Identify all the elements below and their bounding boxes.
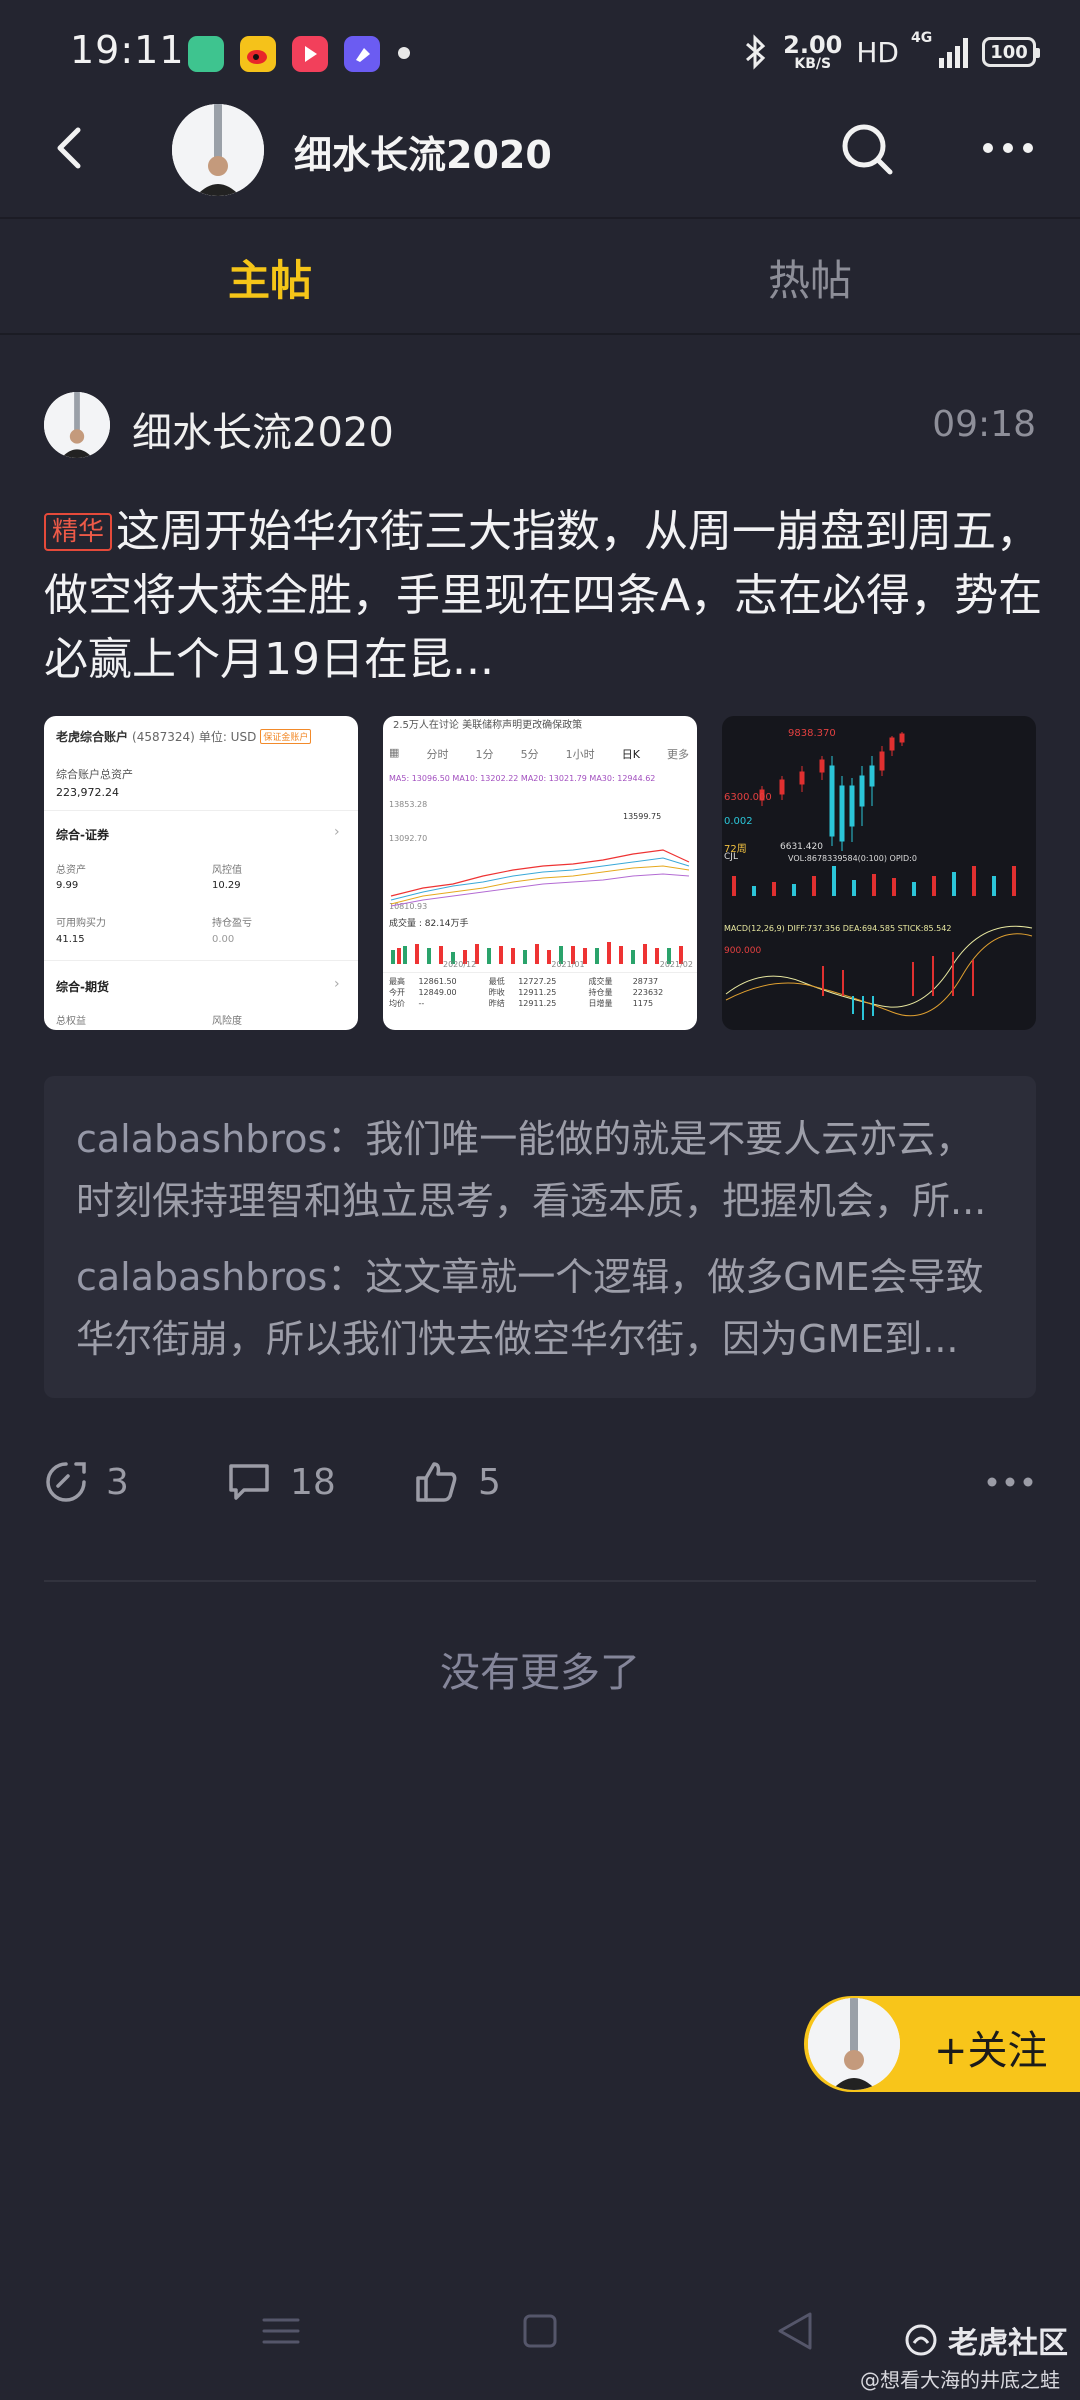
share-count: 3 bbox=[106, 1461, 129, 1503]
signal-icon: 4G bbox=[911, 30, 968, 68]
post-image-1[interactable]: 老虎综合账户 (4587324) 单位: USD 保证金账户 综合账户总资产 2… bbox=[44, 716, 358, 1030]
tiger-logo-icon bbox=[905, 2324, 937, 2356]
chevron-left-icon bbox=[57, 127, 81, 169]
thumb1-equity-label: 总权益 bbox=[56, 1016, 86, 1027]
search-icon bbox=[842, 124, 893, 175]
post-author-avatar[interactable] bbox=[44, 392, 110, 458]
thumbs-up-icon bbox=[416, 1462, 457, 1502]
follow-avatar bbox=[808, 1998, 900, 2090]
thumb1-pnl-label: 持仓盈亏 bbox=[212, 918, 252, 929]
comments-preview[interactable]: calabashbros：我们唯一能做的就是不要人云亦云，时刻保持理智和独立思考… bbox=[44, 1076, 1036, 1398]
comment-user[interactable]: calabashbros bbox=[76, 1117, 327, 1161]
like-button[interactable]: 5 bbox=[414, 1452, 501, 1512]
follow-label: +关注 bbox=[934, 2028, 1048, 2074]
thumb2-ma: MA5: 13096.50 MA10: 13202.22 MA20: 13021… bbox=[389, 774, 656, 783]
nav-back-button[interactable] bbox=[770, 2306, 820, 2356]
tab-main-posts[interactable]: 主帖 bbox=[0, 219, 540, 335]
post-image-3[interactable]: 9838.370 6300.000 0.002 72周 CJL 6631.420… bbox=[722, 716, 1036, 1030]
thumb3-left2: 0.002 bbox=[724, 816, 753, 827]
tab-bar: 主帖 热帖 bbox=[0, 217, 1080, 335]
post-image-2[interactable]: 2.5万人在讨论 美联储称声明更改确保政策 ▦ 分时 1分 5分 1小时 日K … bbox=[383, 716, 697, 1030]
thumb2-dates: 2020/12 2021/01 2021/02 bbox=[443, 960, 693, 969]
thumb3-axis: 900.000 bbox=[724, 946, 762, 956]
thumb3-vol: VOL:8678339584(0:100) OPID:0 bbox=[788, 854, 917, 863]
video-app-icon bbox=[292, 36, 328, 72]
divider bbox=[44, 1580, 1036, 1582]
avatar-image bbox=[44, 392, 110, 458]
thumb1-total-value: 223,972.24 bbox=[56, 786, 119, 799]
thumb1-header: 老虎综合账户 (4587324) 单位: USD 保证金账户 bbox=[56, 728, 346, 745]
no-more-text: 没有更多了 bbox=[440, 1650, 640, 1696]
triangle-back-icon bbox=[778, 2312, 812, 2350]
thumb1-total-label: 综合账户总资产 bbox=[56, 768, 133, 781]
thumb3-left1: 6300.000 bbox=[724, 792, 772, 803]
header-title: 细水长流2020 bbox=[294, 133, 552, 177]
avatar-image bbox=[172, 104, 264, 196]
post-text[interactable]: 精华 这周开始华尔街三大指数，从周一崩盘到周五，做空将大获全胜，手里现在四条A，志… bbox=[44, 500, 1044, 692]
thumb1-risk-value: 10.29 bbox=[212, 880, 241, 891]
more-horizontal-icon bbox=[987, 1477, 1033, 1487]
thumb1-risk-label: 风控值 bbox=[212, 865, 242, 876]
thumb1-buy-value: 41.15 bbox=[56, 934, 85, 945]
avatar-image bbox=[808, 1998, 900, 2090]
thumb1-pnl-value: 0.00 bbox=[212, 934, 235, 945]
thumb2-quote-table: 最高 12861.50 最低 12727.25 成交量 28737 今开 12849.00 昨… bbox=[389, 977, 664, 1008]
menu-icon bbox=[262, 2318, 300, 2344]
post-more-button[interactable] bbox=[984, 1462, 1036, 1502]
watermark-logo: 老虎社区 bbox=[904, 2318, 1068, 2362]
thumb2-tabs: ▦ 分时 1分 5分 1小时 日K 更多 bbox=[389, 746, 689, 761]
thumb3-high: 9838.370 bbox=[788, 728, 836, 739]
post-time: 09:18 bbox=[932, 404, 1036, 445]
thumb2-top-text: 2.5万人在讨论 美联储称声明更改确保政策 bbox=[393, 720, 583, 731]
comment-item[interactable]: calabashbros：这文章就一个逻辑，做多GME会导致华尔街崩，所以我们快… bbox=[76, 1246, 1004, 1370]
net-speed: 2.00 KB/S bbox=[783, 31, 843, 72]
share-button[interactable]: 3 bbox=[44, 1452, 129, 1512]
comment-user[interactable]: calabashbros bbox=[76, 1255, 327, 1299]
thumb1-sec-label: 综合-证券 bbox=[56, 828, 109, 842]
share-icon bbox=[46, 1462, 86, 1502]
comment-count: 18 bbox=[290, 1461, 336, 1503]
back-button[interactable] bbox=[44, 118, 104, 178]
bluetooth-icon bbox=[746, 34, 766, 70]
comment-icon bbox=[229, 1464, 269, 1500]
status-time: 19:11 bbox=[70, 28, 185, 72]
header-avatar[interactable] bbox=[172, 104, 264, 196]
more-options-button[interactable] bbox=[980, 126, 1036, 170]
tab-hot-posts[interactable]: 热帖 bbox=[540, 219, 1080, 335]
comment-item[interactable]: calabashbros：我们唯一能做的就是不要人云亦云，时刻保持理智和独立思考… bbox=[76, 1108, 1004, 1232]
thumb2-price-chart bbox=[390, 849, 690, 907]
search-button[interactable] bbox=[836, 118, 900, 182]
more-horizontal-icon bbox=[983, 143, 1033, 153]
thumb3-low: 6631.420 bbox=[780, 842, 823, 852]
status-right: 2.00 KB/S HD 4G 100 bbox=[743, 30, 1040, 74]
nav-home-button[interactable] bbox=[515, 2306, 565, 2356]
thumb1-asset-label: 总资产 bbox=[56, 865, 86, 876]
status-bar: 19:11 2.00 KB/S HD 4G 100 bbox=[0, 0, 1080, 105]
post-content: 这周开始华尔街三大指数，从周一崩盘到周五，做空将大获全胜，手里现在四条A，志在必… bbox=[44, 506, 1043, 685]
comment-button[interactable]: 18 bbox=[226, 1452, 336, 1512]
weibo-app-icon bbox=[240, 36, 276, 72]
thumb1-asset-value: 9.99 bbox=[56, 880, 79, 891]
notification-dot bbox=[398, 47, 410, 59]
pin-app-icon bbox=[344, 36, 380, 72]
thumb3-cjl: CJL bbox=[724, 852, 738, 862]
square-icon bbox=[523, 2314, 557, 2348]
nav-menu-button[interactable] bbox=[256, 2306, 306, 2356]
featured-badge: 精华 bbox=[44, 513, 113, 551]
thumb1-buy-label: 可用购买力 bbox=[56, 918, 106, 929]
thumb1-degree-label: 风险度 bbox=[212, 1016, 242, 1027]
thumb3-candle-chart bbox=[725, 732, 1033, 1020]
chat-app-icon bbox=[188, 36, 224, 72]
hd-indicator: HD bbox=[856, 35, 899, 69]
thumb1-fut-label: 综合-期货 bbox=[56, 980, 109, 994]
battery-icon: 100 bbox=[982, 37, 1040, 67]
thumb3-macd: MACD(12,26,9) DIFF:737.356 DEA:694.585 S… bbox=[724, 924, 952, 933]
follow-button[interactable]: +关注 bbox=[804, 1996, 1080, 2092]
watermark-username: @想看大海的井底之蛙 bbox=[860, 2368, 1060, 2392]
post-author-name[interactable]: 细水长流2020 bbox=[132, 400, 394, 458]
like-count: 5 bbox=[478, 1461, 501, 1503]
